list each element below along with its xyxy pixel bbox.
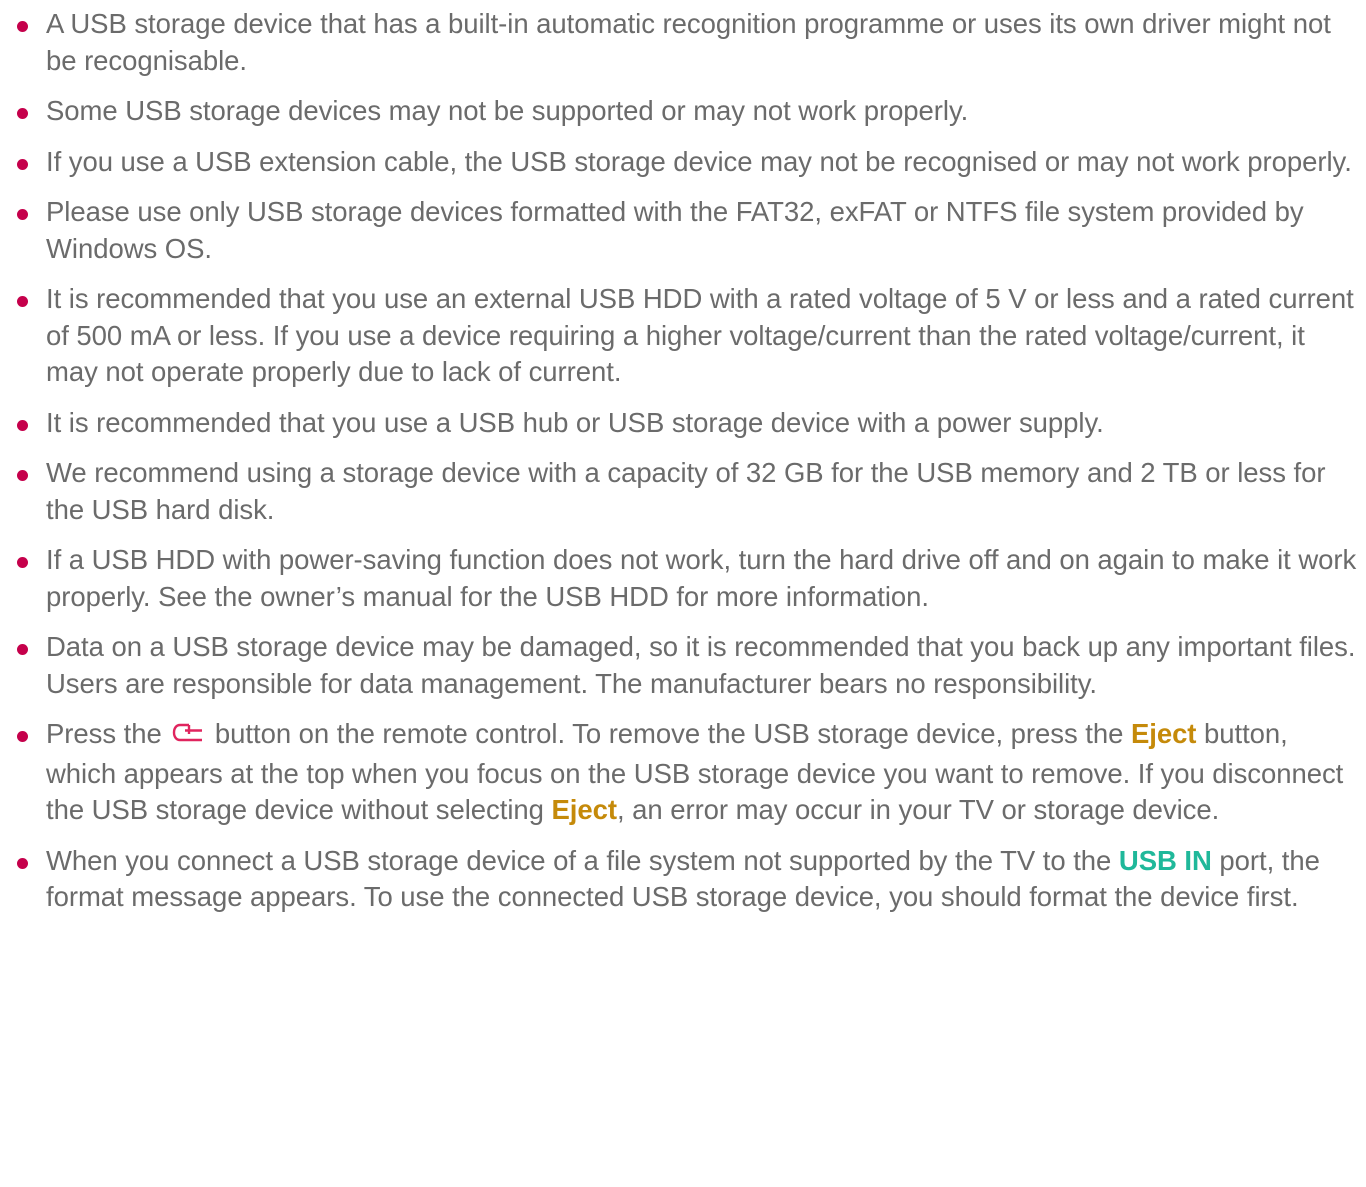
list-item: Press the button on the remote control. … — [0, 716, 1366, 829]
bullet-icon — [17, 419, 28, 431]
note-text-part: When you connect a USB storage device of… — [46, 844, 1112, 876]
note-text: If you use a USB extension cable, the US… — [46, 145, 1352, 177]
list-item: A USB storage device that has a built-in… — [0, 6, 1366, 79]
bullet-icon — [17, 470, 28, 481]
list-item: Please use only USB storage devices form… — [0, 194, 1366, 267]
note-text: Data on a USB storage device may be dama… — [46, 631, 1356, 699]
list-item: If you use a USB extension cable, the US… — [0, 144, 1366, 181]
note-text-part: Press the — [46, 718, 162, 749]
bullet-icon — [17, 857, 28, 869]
bullet-icon — [17, 158, 28, 170]
bullet-icon — [17, 557, 28, 568]
bullet-icon — [17, 209, 28, 220]
notes-list: A USB storage device that has a built-in… — [0, 6, 1366, 930]
list-item: Data on a USB storage device may be dama… — [0, 629, 1366, 702]
bullet-icon — [17, 296, 28, 307]
list-item: It is recommended that you use an extern… — [0, 281, 1366, 391]
note-text: Some USB storage devices may not be supp… — [46, 95, 969, 126]
bullet-icon — [17, 21, 28, 32]
note-text: If a USB HDD with power-saving function … — [46, 544, 1357, 612]
list-item: If a USB HDD with power-saving function … — [0, 542, 1366, 615]
note-text: Please use only USB storage devices form… — [46, 196, 1304, 264]
eject-label: Eject — [551, 794, 617, 825]
bullet-icon — [17, 731, 28, 742]
note-text-part: button on the remote control. To remove … — [214, 718, 1124, 749]
note-text: We recommend using a storage device with… — [46, 457, 1326, 525]
usb-in-port-label: USB IN — [1118, 844, 1212, 876]
note-text: It is recommended that you use a USB hub… — [46, 406, 1104, 438]
input-source-icon — [171, 719, 205, 756]
bullet-icon — [17, 108, 28, 119]
list-item: When you connect a USB storage device of… — [0, 843, 1366, 916]
note-text: A USB storage device that has a built-in… — [46, 8, 1331, 76]
list-item: Some USB storage devices may not be supp… — [0, 93, 1366, 130]
list-item: It is recommended that you use a USB hub… — [0, 405, 1366, 442]
eject-label: Eject — [1130, 718, 1197, 749]
list-item: We recommend using a storage device with… — [0, 455, 1366, 528]
note-text-part: , an error may occur in your TV or stora… — [616, 794, 1220, 825]
bullet-icon — [17, 644, 28, 655]
note-text: It is recommended that you use an extern… — [46, 283, 1354, 387]
